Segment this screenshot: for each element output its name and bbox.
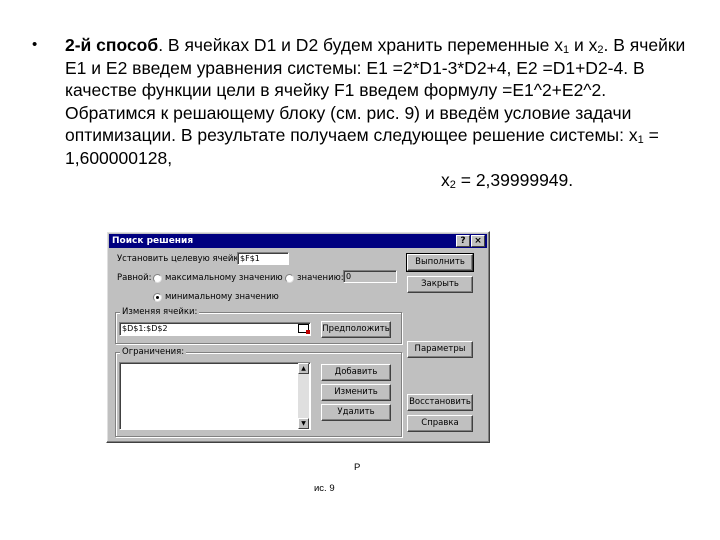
help-icon[interactable]: ?: [456, 235, 470, 247]
radio-max[interactable]: [153, 274, 162, 283]
method-paragraph: 2-й способ. В ячейках D1 и D2 будем хран…: [65, 34, 690, 192]
slide-text: • 2-й способ. В ячейках D1 и D2 будем хр…: [30, 34, 690, 192]
reset-button[interactable]: Восстановить: [407, 394, 473, 411]
x2-result: x2 = 2,39999949.: [65, 169, 690, 192]
method-label: 2-й способ: [65, 35, 159, 55]
x2-value: = 2,39999949.: [455, 170, 574, 190]
radio-min[interactable]: [153, 293, 162, 302]
constraints-scrollbar[interactable]: ▲ ▼: [298, 363, 309, 429]
changing-cells-input[interactable]: $D$1:$D$2: [119, 322, 311, 336]
solver-dialog: Поиск решения ? × Установить целевую яче…: [106, 231, 490, 443]
figure-caption-line2: ис. 9: [314, 483, 335, 494]
change-button[interactable]: Изменить: [321, 384, 391, 401]
radio-value[interactable]: [285, 274, 294, 283]
collapse-dialog-icon[interactable]: [298, 324, 310, 334]
equal-label: Равной:: [117, 273, 152, 283]
value-input[interactable]: 0: [343, 270, 397, 283]
paragraph-text: и x: [569, 35, 598, 55]
constraints-label: Ограничения:: [120, 347, 187, 357]
changing-cells-label: Изменяя ячейки:: [120, 307, 200, 317]
close-icon[interactable]: ×: [471, 235, 485, 247]
close-button[interactable]: Закрыть: [407, 276, 473, 293]
dialog-titlebar: Поиск решения ? ×: [109, 234, 487, 248]
delete-button[interactable]: Удалить: [321, 404, 391, 421]
target-cell-label: Установить целевую ячейку:: [117, 254, 247, 264]
scroll-up-icon[interactable]: ▲: [298, 363, 309, 374]
x2-var: x: [441, 170, 450, 190]
bullet-item: • 2-й способ. В ячейках D1 и D2 будем хр…: [30, 34, 690, 192]
figure-caption-line1: Р: [354, 462, 361, 473]
solve-button[interactable]: Выполнить: [406, 253, 474, 272]
target-cell-input[interactable]: $F$1: [237, 252, 289, 265]
constraints-list[interactable]: [119, 362, 311, 430]
guess-button[interactable]: Предположить: [321, 321, 391, 338]
options-button[interactable]: Параметры: [407, 341, 473, 358]
radio-max-label: максимальному значению: [165, 273, 283, 283]
bullet-icon: •: [32, 36, 38, 53]
radio-value-label: значению:: [297, 273, 344, 283]
help-button[interactable]: Справка: [407, 415, 473, 432]
scroll-down-icon[interactable]: ▼: [298, 418, 309, 429]
radio-min-label: минимальному значению: [165, 292, 279, 302]
dialog-title: Поиск решения: [112, 236, 194, 246]
paragraph-text: . В ячейках D1 и D2 будем хранить переме…: [158, 35, 564, 55]
add-button[interactable]: Добавить: [321, 364, 391, 381]
